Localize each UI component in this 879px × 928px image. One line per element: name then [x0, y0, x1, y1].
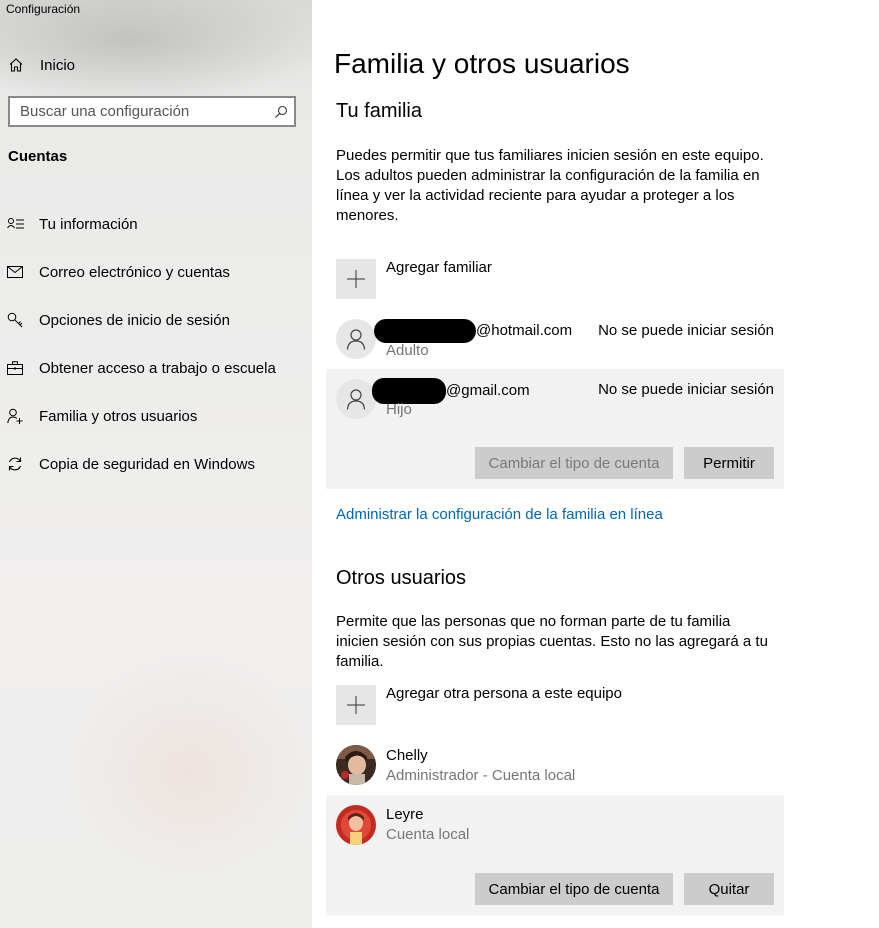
sidebar-item-label: Obtener acceso a trabajo o escuela	[39, 359, 276, 377]
add-family-member-button[interactable]: Agregar familiar	[336, 259, 492, 299]
sidebar-item-label: Opciones de inicio de sesión	[39, 311, 230, 329]
member-status: No se puede iniciar sesión	[598, 322, 774, 339]
sidebar-item-label: Copia de seguridad en Windows	[39, 455, 255, 473]
mail-icon	[7, 266, 27, 278]
person-icon	[336, 319, 376, 359]
add-other-user-button[interactable]: Agregar otra persona a este equipo	[336, 685, 622, 725]
sidebar-nav: Tu información Correo electrónico y cuen…	[0, 200, 312, 488]
other-user-row[interactable]: Chelly Administrador - Cuenta local	[326, 736, 784, 794]
sidebar-item-tu-informacion[interactable]: Tu información	[0, 200, 312, 248]
user-avatar-chelly	[336, 745, 376, 785]
add-other-user-label: Agregar otra persona a este equipo	[386, 685, 622, 702]
sidebar: Configuración Inicio Cuentas Tu informac…	[0, 0, 312, 928]
user-avatar-leyre	[336, 805, 376, 845]
sidebar-item-familia[interactable]: Familia y otros usuarios	[0, 392, 312, 440]
member-role: Adulto	[386, 342, 429, 359]
user-name: Leyre	[386, 806, 424, 823]
person-icon	[336, 379, 376, 419]
sidebar-item-label: Familia y otros usuarios	[39, 407, 198, 425]
home-icon	[8, 57, 28, 73]
person-card-icon	[7, 217, 27, 231]
member-email: @hotmail.com	[374, 319, 572, 343]
allow-button[interactable]: Permitir	[684, 447, 774, 479]
member-status: No se puede iniciar sesión	[598, 381, 774, 398]
remove-button[interactable]: Quitar	[684, 873, 774, 905]
search-icon[interactable]	[268, 105, 294, 119]
home-label: Inicio	[40, 56, 76, 74]
user-name: Chelly	[386, 747, 428, 764]
sidebar-item-label: Tu información	[39, 215, 138, 233]
page-title: Familia y otros usuarios	[334, 48, 630, 79]
change-account-type-button[interactable]: Cambiar el tipo de cuenta	[475, 873, 673, 905]
section-label-cuentas: Cuentas	[8, 148, 68, 165]
other-users-description: Permite que las personas que no forman p…	[336, 613, 768, 670]
search-box[interactable]	[8, 96, 296, 127]
main-content: Familia y otros usuarios Tu familia Pued…	[312, 0, 879, 928]
change-account-type-button-disabled[interactable]: Cambiar el tipo de cuenta	[475, 447, 673, 479]
briefcase-icon	[7, 361, 27, 375]
search-input[interactable]	[10, 98, 268, 125]
app-title: Configuración	[6, 2, 81, 16]
user-account-type: Administrador - Cuenta local	[386, 767, 576, 784]
email-suffix: @hotmail.com	[476, 321, 573, 339]
sidebar-item-opciones-inicio[interactable]: Opciones de inicio de sesión	[0, 296, 312, 344]
family-member-row[interactable]: @hotmail.com Adulto No se puede iniciar …	[326, 310, 784, 368]
sidebar-item-correo[interactable]: Correo electrónico y cuentas	[0, 248, 312, 296]
email-suffix: @gmail.com	[446, 381, 530, 399]
plus-icon	[336, 259, 376, 299]
sync-icon	[7, 456, 27, 472]
other-users-heading: Otros usuarios	[336, 567, 467, 589]
other-user-row-selected[interactable]: Leyre Cuenta local Cambiar el tipo de cu…	[326, 795, 784, 915]
home-nav-item[interactable]: Inicio	[8, 52, 75, 78]
add-family-member-label: Agregar familiar	[386, 259, 492, 276]
person-add-icon	[7, 408, 27, 424]
plus-icon	[336, 685, 376, 725]
sidebar-item-trabajo-escuela[interactable]: Obtener acceso a trabajo o escuela	[0, 344, 312, 392]
user-account-type: Cuenta local	[386, 826, 470, 843]
family-heading: Tu familia	[336, 100, 422, 122]
sidebar-item-copia-seguridad[interactable]: Copia de seguridad en Windows	[0, 440, 312, 488]
sidebar-item-label: Correo electrónico y cuentas	[39, 263, 230, 281]
redaction-mark	[374, 319, 476, 343]
member-role: Hijo	[386, 401, 412, 418]
manage-family-online-link[interactable]: Administrar la configuración de la famil…	[336, 506, 663, 523]
key-icon	[7, 312, 27, 328]
family-member-row-selected[interactable]: @gmail.com Hijo No se puede iniciar sesi…	[326, 369, 784, 489]
family-description: Puedes permitir que tus familiares inici…	[336, 147, 764, 224]
